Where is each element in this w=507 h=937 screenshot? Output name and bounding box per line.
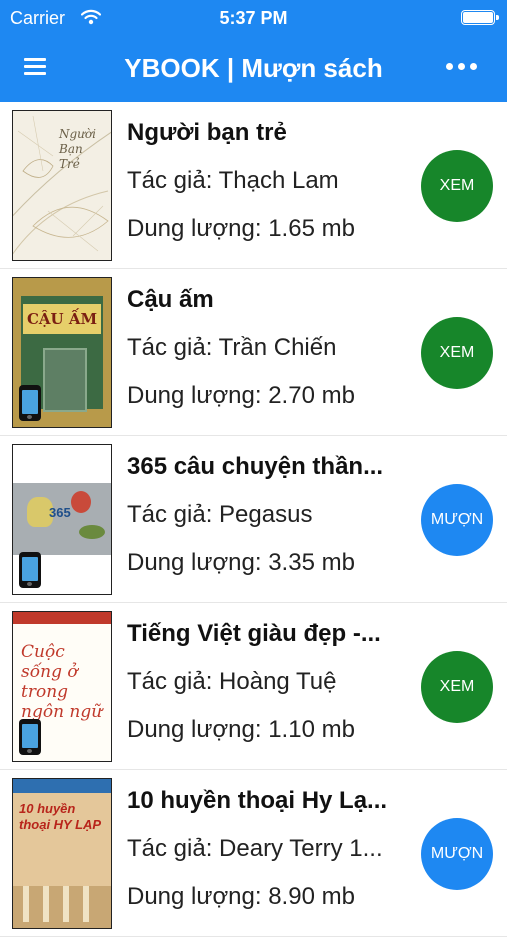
book-row[interactable]: 10 huyền thoại HY LẠP 10 huyền thoại Hy … bbox=[0, 770, 507, 937]
book-row[interactable]: 365 365 câu chuyện thần... Tác giả: Pega… bbox=[0, 436, 507, 603]
cover-title: 10 huyền thoại HY LẠP bbox=[19, 801, 102, 832]
book-row[interactable]: Cuộc sống ở trong ngôn ngữ Tiếng Việt gi… bbox=[0, 603, 507, 770]
book-cover: CẬU ẤM bbox=[12, 277, 112, 428]
cover-title: Người Bạn Trẻ bbox=[59, 127, 96, 171]
borrow-button[interactable]: MƯỢN bbox=[421, 818, 493, 890]
book-cover: Cuộc sống ở trong ngôn ngữ bbox=[12, 611, 112, 762]
book-author: Tác giả: Hoàng Tuệ bbox=[127, 668, 337, 695]
view-button[interactable]: XEM bbox=[421, 317, 493, 389]
book-size: Dung lượng: 8.90 mb bbox=[127, 883, 355, 910]
cover-title: 365 bbox=[49, 505, 71, 520]
view-button[interactable]: XEM bbox=[421, 150, 493, 222]
borrow-button[interactable]: MƯỢN bbox=[421, 484, 493, 556]
book-title: 10 huyền thoại Hy Lạ... bbox=[127, 787, 388, 814]
cover-title: Cuộc sống ở trong ngôn ngữ bbox=[21, 642, 103, 722]
book-title: Cậu ấm bbox=[127, 286, 214, 313]
book-author: Tác giả: Trần Chiến bbox=[127, 334, 337, 361]
cover-title: CẬU ẤM bbox=[26, 310, 98, 328]
book-size: Dung lượng: 1.10 mb bbox=[127, 716, 355, 743]
book-author: Tác giả: Deary Terry 1... bbox=[127, 835, 383, 862]
mobile-device-icon bbox=[19, 385, 41, 421]
book-list: Người Bạn Trẻ Người bạn trẻ Tác giả: Thạ… bbox=[0, 102, 507, 937]
view-button[interactable]: XEM bbox=[421, 651, 493, 723]
top-bar: Carrier 5:37 PM YBOOK | Mượn sách bbox=[0, 0, 507, 102]
book-cover: 365 bbox=[12, 444, 112, 595]
book-cover: Người Bạn Trẻ bbox=[12, 110, 112, 261]
book-author: Tác giả: Pegasus bbox=[127, 501, 313, 528]
book-size: Dung lượng: 2.70 mb bbox=[127, 382, 355, 409]
mobile-device-icon bbox=[19, 552, 41, 588]
book-cover: 10 huyền thoại HY LẠP bbox=[12, 778, 112, 929]
book-size: Dung lượng: 1.65 mb bbox=[127, 215, 355, 242]
nav-bar: YBOOK | Mượn sách bbox=[0, 36, 507, 102]
status-time: 5:37 PM bbox=[219, 8, 288, 28]
book-title: Người bạn trẻ bbox=[127, 119, 287, 146]
book-row[interactable]: Người Bạn Trẻ Người bạn trẻ Tác giả: Thạ… bbox=[0, 102, 507, 269]
mobile-device-icon bbox=[19, 719, 41, 755]
book-author: Tác giả: Thạch Lam bbox=[127, 167, 339, 194]
book-size: Dung lượng: 3.35 mb bbox=[127, 549, 355, 576]
more-options-icon[interactable] bbox=[446, 63, 478, 71]
page-title: YBOOK | Mượn sách bbox=[124, 53, 383, 83]
battery-icon bbox=[461, 10, 499, 25]
book-title: 365 câu chuyện thần... bbox=[127, 453, 384, 480]
book-title: Tiếng Việt giàu đẹp -... bbox=[127, 620, 381, 647]
status-bar: Carrier 5:37 PM bbox=[0, 0, 507, 36]
book-row[interactable]: CẬU ẤM Cậu ấm Tác giả: Trần Chiến Dung l… bbox=[0, 269, 507, 436]
